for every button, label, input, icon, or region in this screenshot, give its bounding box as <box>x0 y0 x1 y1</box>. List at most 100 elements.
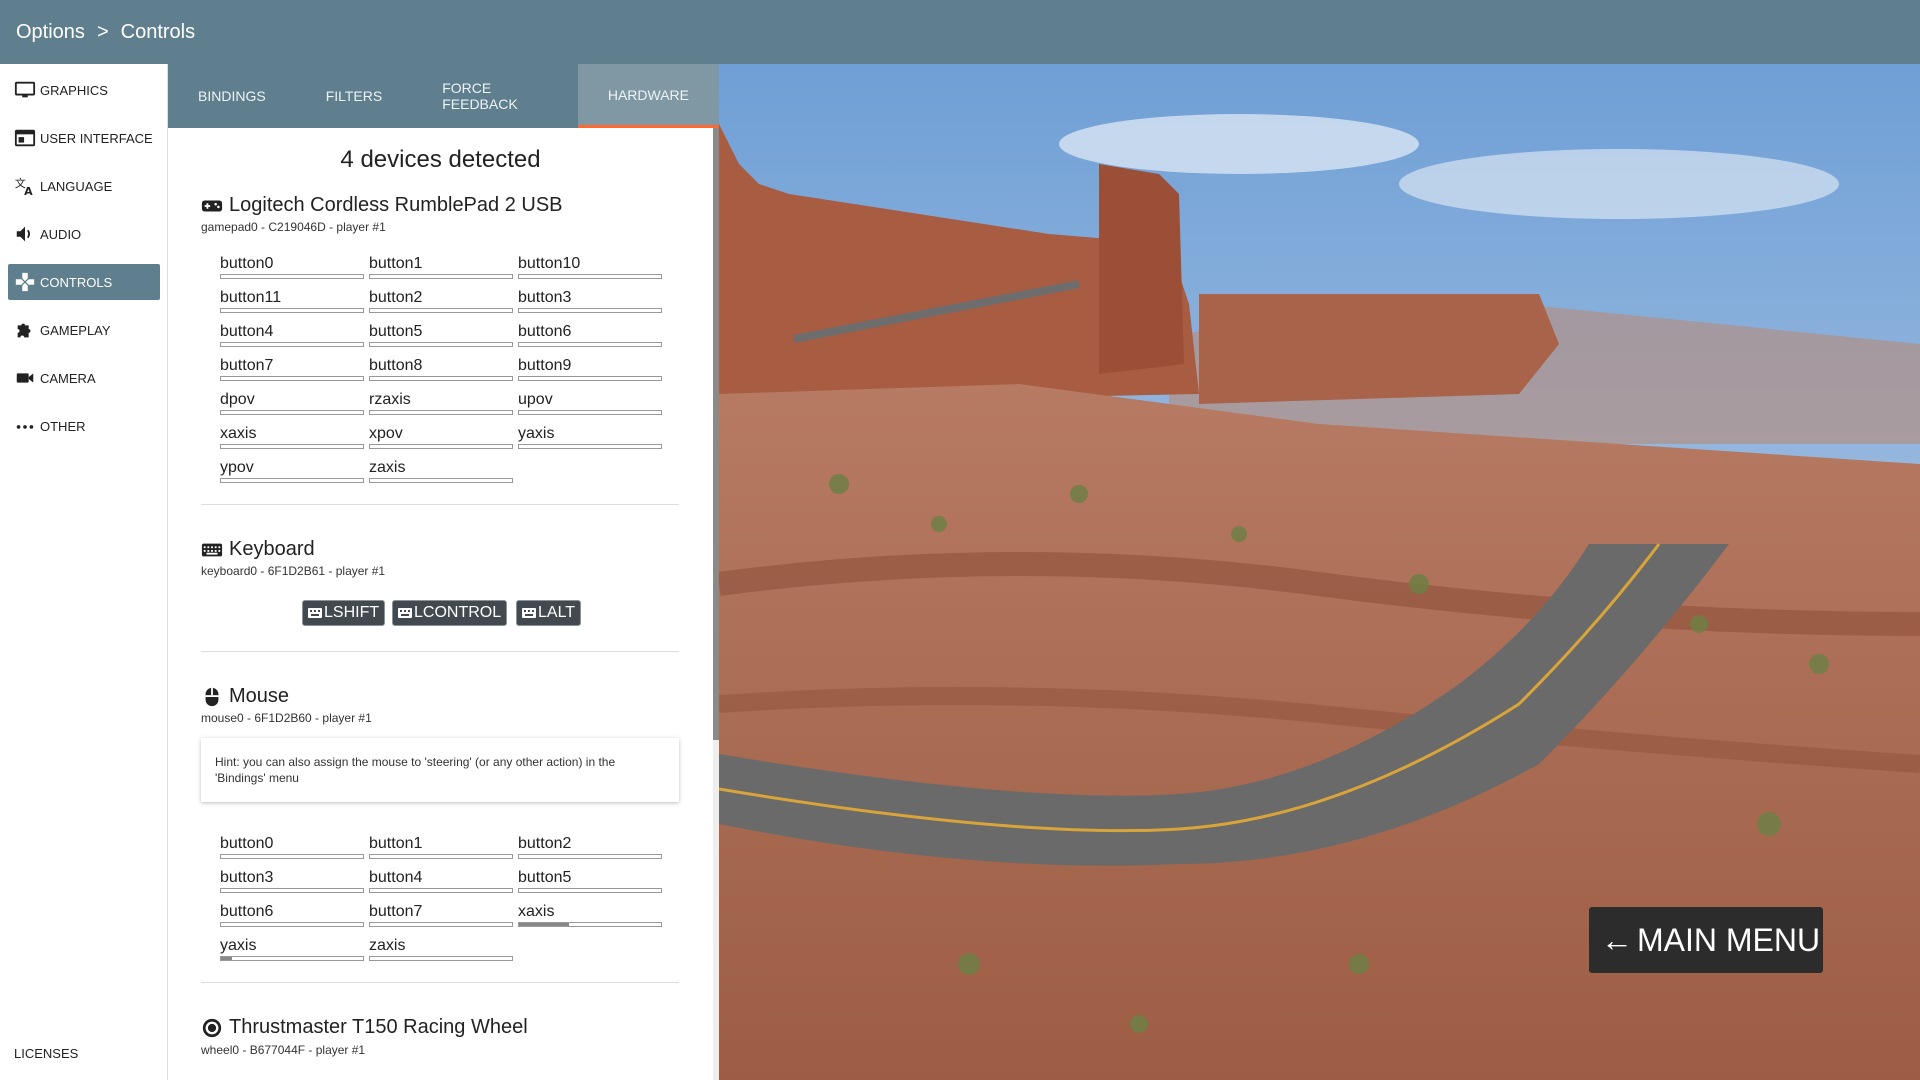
axis-level-bar <box>518 922 662 927</box>
axis-level-bar <box>220 444 364 449</box>
input-axis-meter: button0 <box>220 835 364 859</box>
axis-label: button11 <box>220 289 282 306</box>
sidebar-item-label: LANGUAGE <box>40 178 113 194</box>
axis-level-bar <box>518 854 662 859</box>
devices-detected-title: 4 devices detected <box>340 146 541 173</box>
axis-level-bar <box>220 478 364 483</box>
axis-level-bar <box>369 410 513 415</box>
axis-label: button1 <box>369 835 423 852</box>
options-sidebar: GRAPHICS USER INTERFACE 文A LANGUAGE AUDI… <box>0 64 168 1080</box>
input-axis-meter: button3 <box>220 869 364 893</box>
breadcrumb-options[interactable]: Options <box>16 21 85 44</box>
sidebar-item-user-interface[interactable]: USER INTERFACE <box>8 120 160 156</box>
sidebar-item-controls[interactable]: CONTROLS <box>8 264 160 300</box>
axis-label: button2 <box>369 289 423 306</box>
input-axis-meter: xpov <box>369 425 513 449</box>
wheel-device-name: Thrustmaster T150 Racing Wheel <box>201 1016 528 1039</box>
keyboard-small-icon <box>308 608 322 618</box>
input-axis-meter: button3 <box>518 289 662 313</box>
input-axis-meter: ypov <box>220 459 364 483</box>
key-chip-lalt: LALT <box>516 600 582 626</box>
mouse-device-name: Mouse <box>201 685 289 708</box>
input-axis-meter: button7 <box>369 903 513 927</box>
input-axis-meter: button8 <box>369 357 513 381</box>
axis-level-bar <box>369 308 513 313</box>
axis-label: button6 <box>220 903 274 920</box>
axis-level-bar <box>220 342 364 347</box>
axis-level-bar <box>369 444 513 449</box>
axis-level-fill <box>519 923 569 926</box>
mouse-name-text: Mouse <box>229 685 290 707</box>
keyboard-name-text: Keyboard <box>229 538 315 560</box>
axis-label: button1 <box>369 255 423 272</box>
sidebar-item-label: USER INTERFACE <box>40 130 153 146</box>
axis-level-bar <box>369 274 513 279</box>
gamepad-name-text: Logitech Cordless RumblePad 2 USB <box>229 194 563 216</box>
input-axis-meter: button2 <box>369 289 513 313</box>
sidebar-item-label: OTHER <box>40 418 86 434</box>
axis-level-bar <box>518 444 662 449</box>
axis-level-bar <box>220 888 364 893</box>
svg-text:A: A <box>24 185 33 197</box>
axis-label: button3 <box>220 869 274 886</box>
licenses-link[interactable]: LICENSES <box>14 1046 78 1061</box>
arrow-left-icon: ← <box>1601 921 1633 958</box>
sidebar-item-graphics[interactable]: GRAPHICS <box>8 72 160 108</box>
input-axis-meter: button1 <box>369 835 513 859</box>
tab-hardware[interactable]: HARDWARE <box>577 64 719 128</box>
axis-label: xpov <box>369 425 403 442</box>
sidebar-item-audio[interactable]: AUDIO <box>8 216 160 252</box>
section-divider <box>201 982 679 983</box>
keyboard-small-icon <box>522 608 536 618</box>
sidebar-item-camera[interactable]: CAMERA <box>8 360 160 396</box>
axis-label: button9 <box>518 357 572 374</box>
input-axis-meter: zaxis <box>369 937 513 961</box>
key-chip-label: LSHIFT <box>324 604 380 621</box>
axis-level-bar <box>369 342 513 347</box>
section-divider <box>201 651 679 652</box>
keyboard-icon <box>201 543 223 556</box>
input-axis-meter: button11 <box>220 289 364 313</box>
main-menu-button[interactable]: ← MAIN MENU <box>1589 907 1823 973</box>
axis-level-bar <box>518 410 662 415</box>
input-axis-meter: button9 <box>518 357 662 381</box>
speaker-icon <box>16 226 31 242</box>
wheel-name-text: Thrustmaster T150 Racing Wheel <box>229 1016 528 1038</box>
more-dots-icon <box>16 425 34 429</box>
sidebar-item-other[interactable]: OTHER <box>8 408 160 444</box>
axis-label: button3 <box>518 289 572 306</box>
tab-force-feedback[interactable]: FORCE FEEDBACK <box>412 64 578 128</box>
axis-label: ypov <box>220 459 254 476</box>
axis-label: xaxis <box>518 903 555 920</box>
tab-bindings[interactable]: BINDINGS <box>168 64 296 128</box>
tab-filters[interactable]: FILTERS <box>296 64 413 128</box>
input-axis-meter: upov <box>518 391 662 415</box>
input-axis-meter: button6 <box>220 903 364 927</box>
axis-level-bar <box>220 376 364 381</box>
axis-level-bar <box>220 922 364 927</box>
sidebar-item-label: CONTROLS <box>40 274 113 290</box>
input-axis-meter: button2 <box>518 835 662 859</box>
axis-level-bar <box>220 308 364 313</box>
input-axis-meter: button4 <box>220 323 364 347</box>
input-axis-meter: button5 <box>518 869 662 893</box>
wheel-device-id: wheel0 - B677044F - player #1 <box>201 1043 366 1057</box>
monitor-icon <box>14 81 36 98</box>
sidebar-item-gameplay[interactable]: GAMEPLAY <box>8 312 160 348</box>
sidebar-item-label: GRAPHICS <box>40 82 108 98</box>
gamepad-icon <box>15 272 35 292</box>
puzzle-icon <box>17 323 31 338</box>
axis-label: yaxis <box>220 937 257 954</box>
axis-level-bar <box>518 376 662 381</box>
keyboard-device-name: Keyboard <box>201 538 315 561</box>
translate-icon: 文A <box>15 176 33 197</box>
sidebar-item-language[interactable]: 文A LANGUAGE <box>8 168 160 204</box>
mouse-icon <box>205 687 219 706</box>
axis-level-bar <box>369 956 513 961</box>
breadcrumb-controls: Controls <box>120 20 196 43</box>
breadcrumb: Options > Controls <box>0 0 1920 64</box>
axis-level-bar <box>369 888 513 893</box>
input-axis-meter: button1 <box>369 255 513 279</box>
keyboard-small-icon <box>398 608 412 618</box>
axis-level-fill <box>221 957 233 960</box>
